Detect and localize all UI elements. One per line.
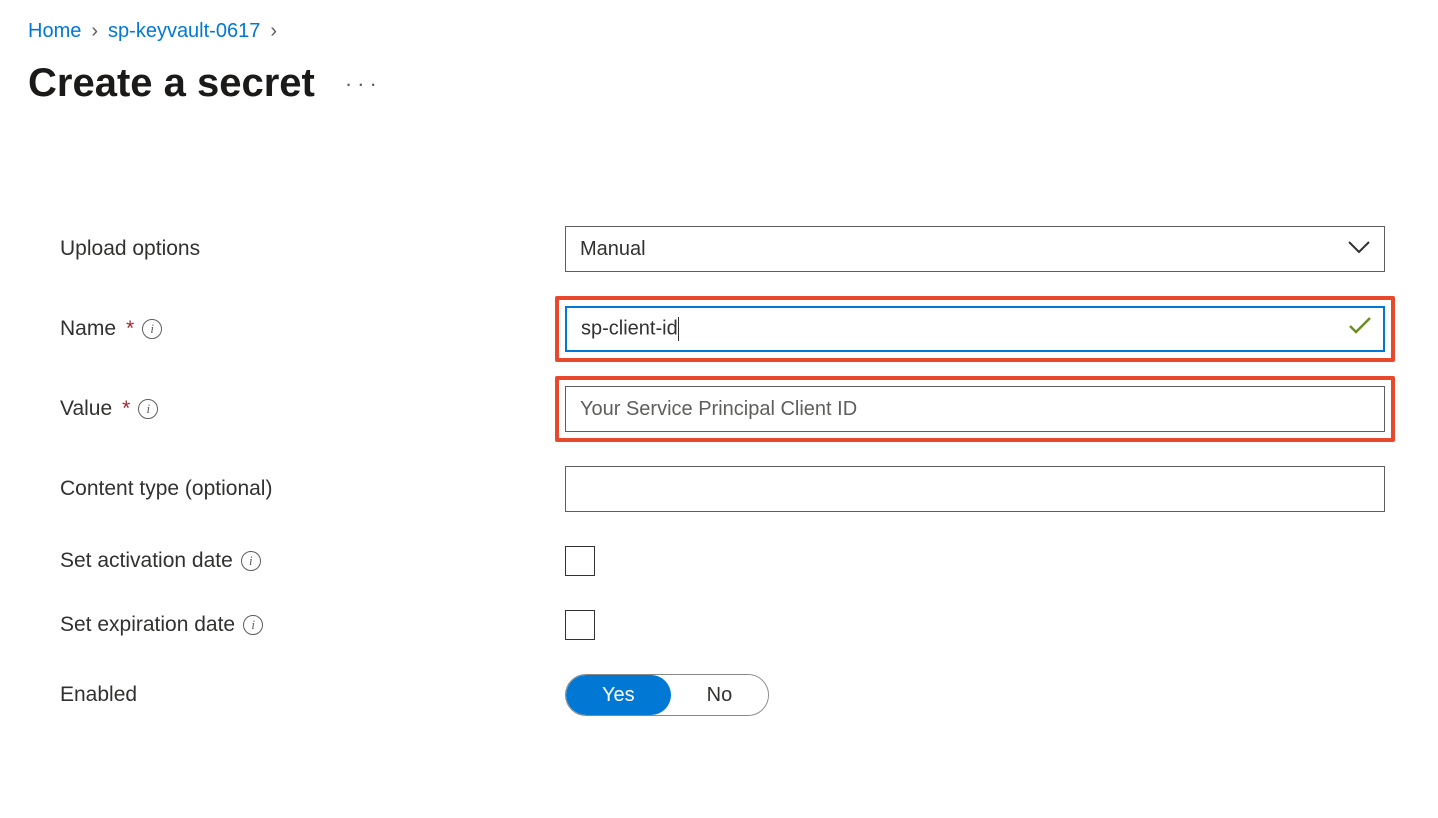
title-row: Create a secret ···	[28, 61, 1410, 106]
label-text: Enabled	[60, 683, 137, 707]
label-value: Value * i	[60, 397, 565, 421]
create-secret-form: Upload options Manual Name * i sp-client…	[28, 226, 1410, 716]
info-icon[interactable]: i	[142, 319, 162, 339]
text-caret-icon	[678, 317, 679, 341]
check-icon	[1349, 317, 1371, 341]
upload-options-value: Manual	[580, 238, 646, 261]
row-activation-date: Set activation date i	[60, 546, 1410, 576]
chevron-down-icon	[1348, 238, 1370, 261]
value-input[interactable]: Your Service Principal Client ID	[565, 386, 1385, 432]
label-text: Upload options	[60, 237, 200, 261]
chevron-right-icon: ›	[91, 20, 98, 43]
chevron-right-icon: ›	[270, 20, 277, 43]
activation-field	[565, 546, 1385, 576]
info-icon[interactable]: i	[243, 615, 263, 635]
value-input-placeholder: Your Service Principal Client ID	[580, 398, 857, 421]
expiration-field	[565, 610, 1385, 640]
label-text: Content type (optional)	[60, 477, 272, 501]
name-input-value: sp-client-id	[581, 317, 678, 339]
required-asterisk-icon: *	[122, 397, 130, 421]
breadcrumb-home[interactable]: Home	[28, 20, 81, 43]
label-content-type: Content type (optional)	[60, 477, 565, 501]
required-asterisk-icon: *	[126, 317, 134, 341]
enabled-toggle: Yes No	[565, 674, 769, 716]
breadcrumb-resource[interactable]: sp-keyvault-0617	[108, 20, 260, 43]
breadcrumb: Home › sp-keyvault-0617 ›	[28, 20, 1410, 43]
info-icon[interactable]: i	[138, 399, 158, 419]
value-field-wrapper: Your Service Principal Client ID	[565, 386, 1385, 432]
row-upload-options: Upload options Manual	[60, 226, 1410, 272]
highlight-value: Your Service Principal Client ID	[555, 376, 1395, 442]
enabled-no-button[interactable]: No	[671, 675, 769, 715]
row-expiration-date: Set expiration date i	[60, 610, 1410, 640]
label-enabled: Enabled	[60, 683, 565, 707]
name-field-wrapper: sp-client-id	[565, 306, 1385, 352]
label-expiration-date: Set expiration date i	[60, 613, 565, 637]
expiration-checkbox[interactable]	[565, 610, 595, 640]
label-name: Name * i	[60, 317, 565, 341]
content-type-field-wrapper	[565, 466, 1385, 512]
row-value: Value * i Your Service Principal Client …	[60, 386, 1410, 432]
label-upload-options: Upload options	[60, 237, 565, 261]
row-name: Name * i sp-client-id	[60, 306, 1410, 352]
enabled-field: Yes No	[565, 674, 1385, 716]
enabled-yes-button[interactable]: Yes	[566, 675, 671, 715]
upload-options-select[interactable]: Manual	[565, 226, 1385, 272]
row-content-type: Content type (optional)	[60, 466, 1410, 512]
activation-checkbox[interactable]	[565, 546, 595, 576]
name-input[interactable]: sp-client-id	[565, 306, 1385, 352]
more-actions-icon[interactable]: ···	[345, 71, 382, 97]
label-text: Name	[60, 317, 116, 341]
content-type-input[interactable]	[565, 466, 1385, 512]
upload-options-field: Manual	[565, 226, 1385, 272]
highlight-name: sp-client-id	[555, 296, 1395, 362]
label-text: Value	[60, 397, 112, 421]
label-text: Set activation date	[60, 549, 233, 573]
info-icon[interactable]: i	[241, 551, 261, 571]
row-enabled: Enabled Yes No	[60, 674, 1410, 716]
page-title: Create a secret	[28, 61, 315, 106]
label-text: Set expiration date	[60, 613, 235, 637]
label-activation-date: Set activation date i	[60, 549, 565, 573]
